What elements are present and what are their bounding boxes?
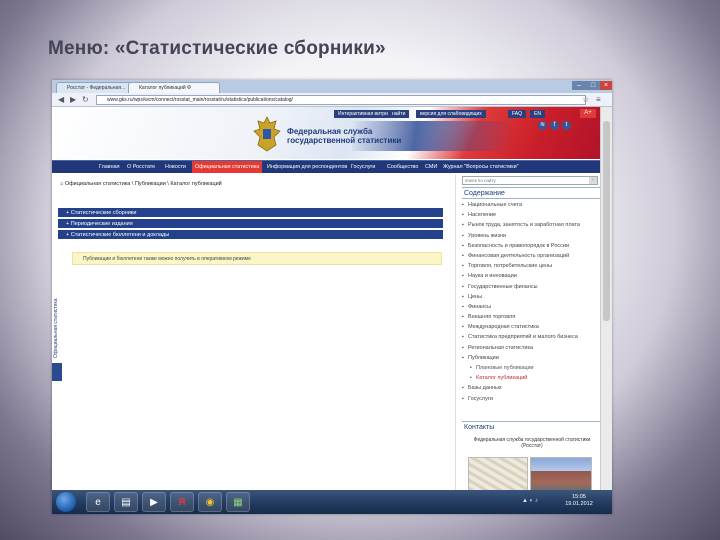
clock-date: 19.01.2012	[565, 501, 593, 507]
sidebar-item[interactable]: Публикации	[462, 355, 598, 362]
sidebar-subitem[interactable]: Плановые публикации	[462, 365, 598, 372]
english-link[interactable]: EN	[530, 110, 545, 118]
search-link[interactable]: найти	[388, 110, 410, 118]
menu-item-services[interactable]: Госуслуги	[348, 161, 378, 173]
menu-item-news[interactable]: Новости	[162, 161, 189, 173]
accordion-periodicals[interactable]: + Периодические издания	[58, 219, 443, 229]
site-banner: Федеральная служба государственной стати…	[52, 107, 600, 159]
agency-name-line2: государственной статистики	[287, 136, 402, 145]
system-tray-icons[interactable]: ▲ ◐ ♪	[522, 498, 538, 504]
menu-item-about[interactable]: О Росстате	[124, 161, 158, 173]
back-icon[interactable]: ◀	[58, 95, 64, 104]
browser-toolbar: ◀ ▶ ↻ www.gks.ru/wps/wcm/connect/rosstat…	[52, 93, 612, 107]
rss-icon[interactable]: ≋	[538, 121, 547, 130]
map-image[interactable]	[468, 457, 528, 490]
scrollbar-thumb[interactable]	[603, 121, 610, 321]
sidebar-item[interactable]: Госуслуги	[462, 396, 598, 403]
contacts-text[interactable]: Федеральная служба государственной стати…	[468, 437, 596, 449]
contacts-heading: Контакты	[462, 421, 600, 432]
accordion-label: Статистические сборники	[70, 210, 137, 216]
breadcrumb-text[interactable]: Официальная статистика \ Публикации \ Ка…	[65, 181, 222, 187]
sidebar-item[interactable]: Рынок труда, занятость и заработная плат…	[462, 222, 598, 229]
agency-name: Федеральная служба государственной стати…	[287, 127, 401, 145]
sidebar-item[interactable]: Уровень жизни	[462, 233, 598, 240]
menu-item-journal[interactable]: Журнал "Вопросы статистики"	[440, 161, 522, 173]
accessibility-link[interactable]: версия для слабовидящих	[416, 110, 486, 118]
search-icon[interactable]: ›	[589, 177, 597, 184]
building-photo[interactable]	[530, 457, 592, 490]
sidebar-item[interactable]: Население	[462, 212, 598, 219]
notice-box: Публикации и бюллетени также можно получ…	[72, 252, 442, 265]
accordion-bulletins[interactable]: + Статистические бюллетени и доклады	[58, 230, 443, 240]
sidebar-item[interactable]: Цены	[462, 294, 598, 301]
sidebar-item[interactable]: Наука и инновации	[462, 273, 598, 280]
facebook-icon[interactable]: f	[550, 121, 559, 130]
accordion-label: Периодические издания	[70, 221, 133, 227]
sidebar-item[interactable]: Торговля, потребительские цены	[462, 263, 598, 270]
start-button[interactable]	[56, 492, 76, 512]
forward-icon[interactable]: ▶	[70, 95, 76, 104]
folder-icon[interactable]: ▤	[114, 492, 138, 512]
sidebar-item[interactable]: Международная статистика	[462, 324, 598, 331]
minimize-icon[interactable]: –	[572, 81, 586, 90]
sidebar-item[interactable]: Национальные счета	[462, 202, 598, 209]
chart-app-icon[interactable]: ▦	[226, 492, 250, 512]
star-icon[interactable]: ☆	[582, 95, 589, 104]
agency-name-line1: Федеральная служба	[287, 127, 373, 136]
windows-taskbar: e ▤ ▶ Я ◉ ▦ ▲ ◐ ♪ 15:05 19.01.2012	[52, 490, 612, 514]
sidebar: поиск по сайту › Содержание Национальные…	[455, 175, 600, 490]
sidebar-item[interactable]: Финансы	[462, 304, 598, 311]
clock[interactable]: 15:05 19.01.2012	[554, 494, 604, 508]
sidebar-search-input[interactable]: поиск по сайту ›	[462, 176, 598, 185]
sidebar-item[interactable]: Региональная статистика	[462, 345, 598, 352]
font-size-button[interactable]: А+	[580, 109, 596, 118]
menu-item-community[interactable]: Сообщество	[384, 161, 421, 173]
menu-item-official-statistics[interactable]: Официальная статистика	[192, 161, 263, 173]
maximize-icon[interactable]: □	[586, 81, 600, 90]
sidebar-item[interactable]: Безопасность и правопорядок в России	[462, 243, 598, 250]
tab-strip: Росстат - Федеральная... Каталог публика…	[52, 80, 612, 94]
faq-link[interactable]: FAQ	[508, 110, 527, 118]
main-menu: Главная О Росстате Новости Официальная с…	[52, 160, 600, 173]
address-bar[interactable]: www.gks.ru/wps/wcm/connect/rosstat_main/…	[96, 95, 586, 105]
side-label-badge[interactable]	[52, 363, 62, 381]
ie-icon[interactable]: e	[86, 492, 110, 512]
wrench-icon[interactable]: ≡	[596, 95, 601, 104]
sidebar-item[interactable]: Финансовая деятельность организаций	[462, 253, 598, 260]
web-page: Федеральная служба государственной стати…	[52, 107, 600, 490]
chrome-icon[interactable]: ◉	[198, 492, 222, 512]
reload-icon[interactable]: ↻	[82, 95, 89, 104]
accordion-label: Статистические бюллетени и доклады	[70, 232, 170, 238]
sidebar-heading: Содержание	[462, 187, 600, 199]
sidebar-item[interactable]: Государственные финансы	[462, 284, 598, 291]
menu-item-respondents[interactable]: Информация для респондентов	[264, 161, 350, 173]
breadcrumb: ⌂ Официальная статистика \ Публикации \ …	[60, 181, 222, 187]
sidebar-item[interactable]: Внешняя торговля	[462, 314, 598, 321]
vertical-label-text: Официальная статистика	[53, 298, 59, 358]
menu-item-media[interactable]: СМИ	[422, 161, 440, 173]
search-placeholder: поиск по сайту	[465, 178, 496, 183]
menu-item-home[interactable]: Главная	[96, 161, 123, 173]
slide-title: Меню: «Статистические сборники»	[48, 38, 386, 59]
sidebar-item[interactable]: Статистика предприятий и малого бизнеса	[462, 334, 598, 341]
vertical-side-label: Официальная статистика	[52, 247, 62, 367]
twitter-icon[interactable]: t	[562, 121, 571, 130]
accordion-collections[interactable]: + Статистические сборники	[58, 208, 443, 218]
yandex-icon[interactable]: Я	[170, 492, 194, 512]
page-scrollbar[interactable]	[600, 107, 612, 490]
clock-time: 15:05	[572, 494, 586, 500]
browser-screenshot: Росстат - Федеральная... Каталог публика…	[52, 80, 612, 514]
eagle-emblem-icon	[253, 116, 281, 152]
sidebar-subitem[interactable]: Каталог публикаций	[462, 375, 598, 382]
sidebar-list: Национальные счета Население Рынок труда, …	[462, 202, 598, 406]
close-icon[interactable]: ×	[600, 81, 612, 90]
sidebar-item[interactable]: Базы данных	[462, 385, 598, 392]
media-player-icon[interactable]: ▶	[142, 492, 166, 512]
